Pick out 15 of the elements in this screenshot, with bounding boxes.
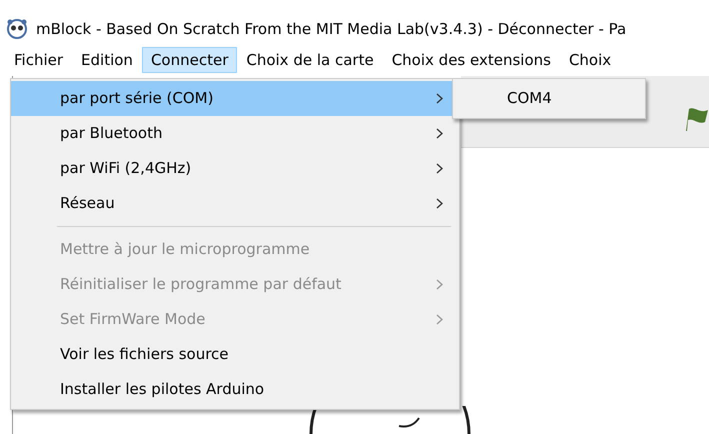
menu-bar-item[interactable]: Choix des extensions: [382, 47, 560, 73]
app-logo-icon: [6, 18, 28, 40]
window-title: mBlock - Based On Scratch From the MIT Media Lab(v3.4.3) - Déconnecter - Pa: [36, 18, 626, 40]
menu-item[interactable]: Installer les pilotes Arduino: [11, 372, 459, 407]
menu-bar-item[interactable]: Edition: [72, 47, 142, 73]
menu-bar-item[interactable]: Choix: [560, 47, 620, 73]
menu-item[interactable]: Voir les fichiers source: [11, 337, 459, 372]
menu-bar-item[interactable]: Connecter: [142, 47, 238, 73]
menu-bar-item[interactable]: Fichier: [5, 47, 72, 73]
menu-item[interactable]: par WiFi (2,4GHz): [11, 151, 459, 186]
menu-item[interactable]: COM4: [455, 81, 643, 116]
menu-item[interactable]: Réseau: [11, 186, 459, 221]
menu-item[interactable]: par Bluetooth: [11, 116, 459, 151]
menu-bar-item[interactable]: Choix de la carte: [237, 47, 383, 73]
flag-icon[interactable]: [683, 106, 708, 132]
